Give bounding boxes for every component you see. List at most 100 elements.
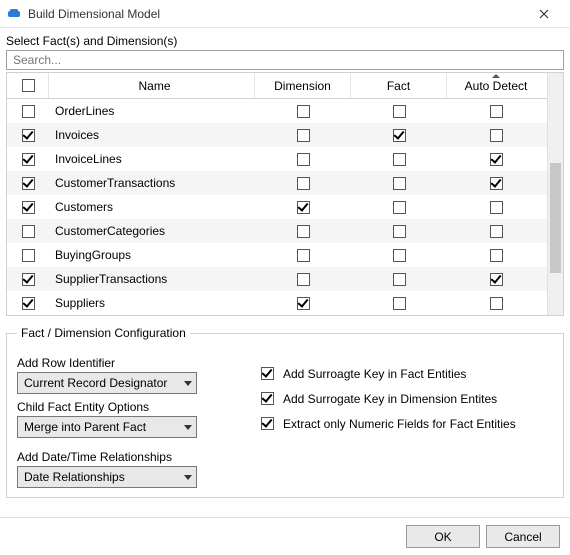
row-dimension-checkbox[interactable] xyxy=(297,153,310,166)
table-cell: Suppliers xyxy=(49,291,255,315)
row-fact-checkbox[interactable] xyxy=(393,129,406,142)
table-cell xyxy=(255,267,351,291)
row-select-checkbox[interactable] xyxy=(22,201,35,214)
row-fact-checkbox[interactable] xyxy=(393,105,406,118)
table-row[interactable]: InvoiceLines xyxy=(7,147,547,171)
table-cell xyxy=(351,123,447,147)
table-cell xyxy=(7,243,49,267)
row-select-checkbox[interactable] xyxy=(22,105,35,118)
header-name-label: Name xyxy=(138,79,170,93)
row-select-checkbox[interactable] xyxy=(22,297,35,310)
search-input[interactable] xyxy=(11,52,559,68)
row-fact-checkbox[interactable] xyxy=(393,201,406,214)
date-rel-combo[interactable]: Date Relationships xyxy=(17,466,197,488)
opt-surrogate-dim-checkbox[interactable] xyxy=(261,392,274,405)
scrollbar-thumb[interactable] xyxy=(550,163,561,273)
table-cell xyxy=(351,291,447,315)
header-dimension[interactable]: Dimension xyxy=(255,73,351,98)
row-fact-checkbox[interactable] xyxy=(393,153,406,166)
table-row[interactable]: Customers xyxy=(7,195,547,219)
table-cell xyxy=(7,171,49,195)
row-name-label: InvoiceLines xyxy=(55,152,122,166)
table-cell xyxy=(447,243,545,267)
row-name-label: BuyingGroups xyxy=(55,248,131,262)
table-cell xyxy=(447,171,545,195)
row-fact-checkbox[interactable] xyxy=(393,177,406,190)
row-select-checkbox[interactable] xyxy=(22,225,35,238)
table-cell xyxy=(447,123,545,147)
child-fact-combo[interactable]: Merge into Parent Fact xyxy=(17,416,197,438)
table-row[interactable]: SupplierTransactions xyxy=(7,267,547,291)
row-name-label: SupplierTransactions xyxy=(55,272,167,286)
table-cell xyxy=(351,195,447,219)
table-cell xyxy=(351,219,447,243)
row-select-checkbox[interactable] xyxy=(22,177,35,190)
row-dimension-checkbox[interactable] xyxy=(297,177,310,190)
table-cell: CustomerCategories xyxy=(49,219,255,243)
row-auto-detect-checkbox[interactable] xyxy=(490,153,503,166)
row-name-label: Invoices xyxy=(55,128,99,142)
row-dimension-checkbox[interactable] xyxy=(297,273,310,286)
row-auto-detect-checkbox[interactable] xyxy=(490,249,503,262)
row-fact-checkbox[interactable] xyxy=(393,297,406,310)
row-dimension-checkbox[interactable] xyxy=(297,297,310,310)
row-select-checkbox[interactable] xyxy=(22,129,35,142)
table-row[interactable]: BuyingGroups xyxy=(7,243,547,267)
row-select-checkbox[interactable] xyxy=(22,249,35,262)
row-dimension-checkbox[interactable] xyxy=(297,105,310,118)
row-auto-detect-checkbox[interactable] xyxy=(490,129,503,142)
row-auto-detect-checkbox[interactable] xyxy=(490,225,503,238)
opt-numeric-only-checkbox[interactable] xyxy=(261,417,274,430)
table-row[interactable]: CustomerTransactions xyxy=(7,171,547,195)
header-select-all[interactable] xyxy=(7,73,49,98)
header-dimension-label: Dimension xyxy=(274,79,331,93)
opt-surrogate-dim-label: Add Surrogate Key in Dimension Entites xyxy=(283,392,497,406)
header-fact[interactable]: Fact xyxy=(351,73,447,98)
row-identifier-combo[interactable]: Current Record Designator xyxy=(17,372,197,394)
header-name[interactable]: Name xyxy=(49,73,255,98)
row-select-checkbox[interactable] xyxy=(22,273,35,286)
table-header: Name Dimension Fact Auto Detect xyxy=(7,73,547,99)
config-legend: Fact / Dimension Configuration xyxy=(17,326,190,340)
table-cell xyxy=(447,291,545,315)
row-auto-detect-checkbox[interactable] xyxy=(490,273,503,286)
table-row[interactable]: CustomerCategories xyxy=(7,219,547,243)
opt-surrogate-fact-checkbox[interactable] xyxy=(261,367,274,380)
row-fact-checkbox[interactable] xyxy=(393,273,406,286)
row-fact-checkbox[interactable] xyxy=(393,225,406,238)
row-select-checkbox[interactable] xyxy=(22,153,35,166)
table-row[interactable]: Invoices xyxy=(7,123,547,147)
header-auto-detect[interactable]: Auto Detect xyxy=(447,73,545,98)
row-auto-detect-checkbox[interactable] xyxy=(490,297,503,310)
close-button[interactable] xyxy=(524,0,564,27)
row-auto-detect-checkbox[interactable] xyxy=(490,177,503,190)
row-dimension-checkbox[interactable] xyxy=(297,225,310,238)
header-auto-label: Auto Detect xyxy=(465,79,528,93)
ok-button[interactable]: OK xyxy=(406,525,480,548)
row-dimension-checkbox[interactable] xyxy=(297,129,310,142)
table-cell xyxy=(447,195,545,219)
row-auto-detect-checkbox[interactable] xyxy=(490,201,503,214)
table-row[interactable]: Suppliers xyxy=(7,291,547,315)
table-cell xyxy=(255,219,351,243)
select-all-checkbox[interactable] xyxy=(22,79,35,92)
table-cell xyxy=(7,291,49,315)
opt-surrogate-fact-label: Add Surroagte Key in Fact Entities xyxy=(283,367,466,381)
row-dimension-checkbox[interactable] xyxy=(297,249,310,262)
entity-table: Name Dimension Fact Auto Detect OrderLin… xyxy=(6,72,564,316)
row-name-label: CustomerTransactions xyxy=(55,176,175,190)
search-input-wrap[interactable] xyxy=(6,50,564,70)
cancel-button[interactable]: Cancel xyxy=(486,525,560,548)
table-cell xyxy=(7,219,49,243)
table-row[interactable]: OrderLines xyxy=(7,99,547,123)
vertical-scrollbar[interactable] xyxy=(547,73,563,315)
table-cell: Invoices xyxy=(49,123,255,147)
row-auto-detect-checkbox[interactable] xyxy=(490,105,503,118)
table-cell xyxy=(7,195,49,219)
table-cell xyxy=(351,99,447,123)
row-fact-checkbox[interactable] xyxy=(393,249,406,262)
chevron-down-icon xyxy=(184,425,192,430)
sort-indicator-icon xyxy=(492,74,500,78)
table-cell xyxy=(7,267,49,291)
row-dimension-checkbox[interactable] xyxy=(297,201,310,214)
